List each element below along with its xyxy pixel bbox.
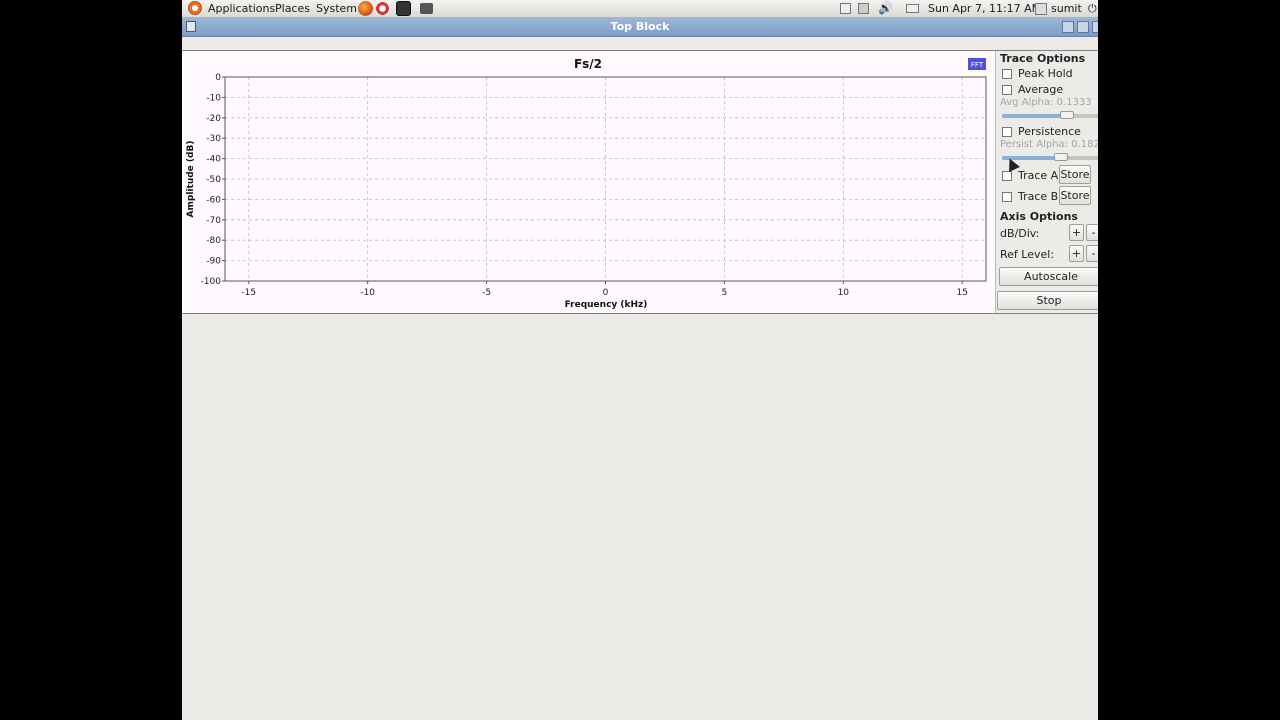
average-label: Average [1018, 83, 1064, 96]
y-tick-label: -100 [201, 277, 222, 287]
x-tick-label: 10 [838, 288, 850, 298]
control-panel: Trace Options Peak Hold Average Avg Alph… [995, 51, 1098, 313]
window-title: Top Block [610, 20, 670, 33]
window-titlebar[interactable]: Top Block [182, 18, 1098, 37]
notes-icon[interactable] [840, 3, 851, 14]
network-icon[interactable] [858, 3, 869, 14]
y-tick-label: -40 [206, 155, 221, 165]
fft-sink-panel: Fs/2 FFT -15 -10 -5 0 5 10 15 0 -10 -20 -30 -40 -50-… [182, 50, 1098, 314]
trace-a-store-button[interactable]: Store [1059, 165, 1091, 184]
ref-level-label: Ref Level: [1000, 248, 1055, 261]
y-tick-label: -30 [206, 134, 221, 144]
mail-icon[interactable] [906, 4, 919, 13]
chart-title: Fs/2 [574, 57, 602, 71]
help-icon[interactable] [375, 1, 390, 16]
x-tick-label: 0 [603, 288, 609, 298]
ref-level-minus-button[interactable]: - [1086, 245, 1098, 262]
x-tick-label: -10 [360, 288, 375, 298]
firefox-icon[interactable] [358, 1, 373, 16]
avg-alpha-label: Avg Alpha: 0.1333 [1000, 97, 1092, 108]
average-checkbox[interactable] [1002, 84, 1012, 95]
y-tick-label: -90 [206, 257, 221, 267]
y-tick-label: -10 [206, 93, 221, 103]
trace-options-heading: Trace Options [1000, 52, 1086, 65]
desktop: Applications Places System 🔊 Sun Apr 7, … [182, 0, 1098, 720]
axis-options-heading: Axis Options [1000, 210, 1078, 223]
db-div-minus-button[interactable]: - [1086, 224, 1098, 241]
screenshot-icon[interactable] [420, 3, 433, 14]
x-tick-label: 5 [722, 288, 728, 298]
ref-level-plus-button[interactable]: + [1069, 245, 1084, 262]
fft-plot-area: Fs/2 FFT -15 -10 -5 0 5 10 15 0 -10 -20 -30 -40 -50-… [182, 51, 994, 313]
trace-b-store-button[interactable]: Store [1059, 186, 1091, 205]
x-tick-label: -15 [241, 288, 256, 298]
y-tick-label: 0 [215, 73, 221, 83]
avg-alpha-thumb[interactable] [1060, 111, 1074, 119]
peak-hold-label: Peak Hold [1018, 67, 1073, 80]
trace-b-checkbox[interactable] [1002, 191, 1012, 202]
x-tick-label: 15 [956, 288, 967, 298]
trace-a-checkbox[interactable] [1002, 170, 1012, 181]
trace-b-label: Trace B [1018, 190, 1059, 203]
user-name[interactable]: sumit [1051, 1, 1082, 16]
persist-alpha-label: Persist Alpha: 0.1821 [1000, 139, 1098, 150]
y-tick-label: -60 [206, 195, 221, 205]
y-axis-label: Amplitude (dB) [186, 141, 196, 218]
tick-layer: -15 -10 -5 0 5 10 150-10-20-30-40-50-60-70-80-… [201, 73, 968, 298]
persistence-label: Persistence [1018, 125, 1081, 138]
trace-a-label: Trace A [1018, 169, 1059, 182]
db-div-plus-button[interactable]: + [1069, 224, 1084, 241]
peak-hold-checkbox[interactable] [1002, 68, 1012, 79]
clock[interactable]: Sun Apr 7, 11:17 AM [928, 1, 1041, 16]
power-icon[interactable]: ⏻ [1088, 1, 1097, 16]
avg-alpha-slider[interactable] [1002, 111, 1098, 119]
close-icon[interactable] [1092, 21, 1098, 33]
system-menu[interactable]: System [316, 1, 357, 16]
x-tick-label: -5 [482, 288, 491, 298]
persistence-row[interactable]: Persistence [1002, 125, 1081, 138]
persist-alpha-thumb[interactable] [1054, 153, 1068, 161]
average-row[interactable]: Average [1002, 83, 1063, 96]
fft-badge-label: FFT [971, 61, 984, 69]
peak-hold-row[interactable]: Peak Hold [1002, 67, 1073, 80]
fft-chart: Fs/2 FFT -15 -10 -5 0 5 10 150-10-20-30-40-50-… [186, 57, 987, 310]
terminal-icon[interactable] [396, 1, 411, 16]
db-div-label: dB/Div: [1000, 227, 1040, 240]
avg-alpha-fill [1002, 114, 1067, 118]
applications-menu[interactable]: Applications [208, 1, 275, 16]
grid-layer [225, 76, 986, 282]
places-menu[interactable]: Places [275, 1, 310, 16]
y-tick-label: -70 [206, 216, 221, 226]
y-tick-label: -50 [206, 175, 221, 185]
maximize-icon[interactable] [1077, 21, 1089, 33]
trace-b-row[interactable]: Trace B [1002, 190, 1058, 203]
y-tick-label: -20 [206, 114, 221, 124]
y-tick-label: -80 [206, 236, 221, 246]
minimize-icon[interactable] [1062, 21, 1074, 33]
volume-icon[interactable]: 🔊 [878, 1, 893, 16]
x-axis-label: Frequency (kHz) [565, 300, 648, 310]
autoscale-button[interactable]: Autoscale [999, 267, 1098, 286]
ubuntu-logo-icon[interactable] [188, 1, 202, 15]
stop-button[interactable]: Stop [997, 291, 1098, 310]
user-icon [1035, 3, 1047, 15]
persistence-checkbox[interactable] [1002, 126, 1012, 137]
top-panel: Applications Places System 🔊 Sun Apr 7, … [182, 0, 1098, 18]
